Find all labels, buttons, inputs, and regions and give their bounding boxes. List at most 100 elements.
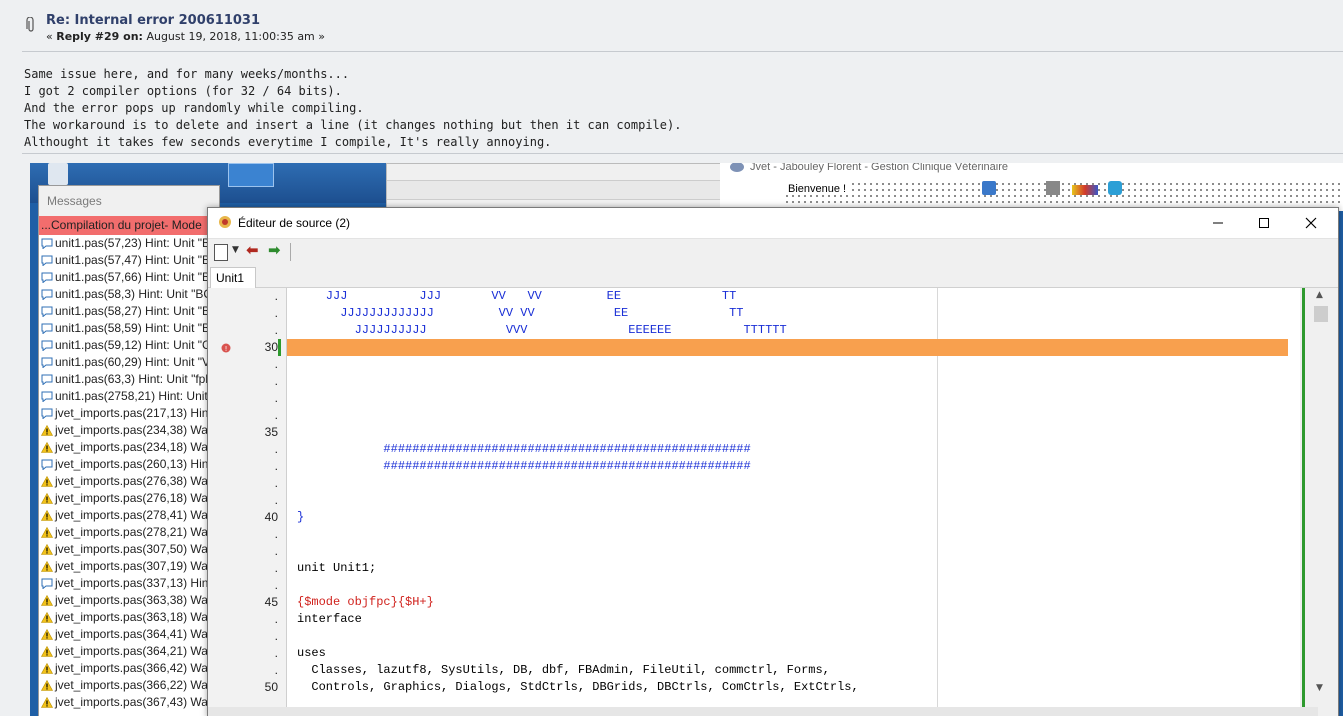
message-text: jvet_imports.pas(307,19) War — [55, 559, 212, 573]
error-marker-icon: ! — [221, 343, 231, 353]
post-body-line: The workaround is to delete and insert a… — [24, 118, 682, 132]
message-text: unit1.pas(57,23) Hint: Unit "B — [55, 236, 211, 250]
toolbar-icon[interactable] — [1046, 181, 1060, 195]
line-number: . — [274, 289, 278, 303]
message-row[interactable]: unit1.pas(60,29) Hint: Unit "V — [39, 354, 219, 371]
line-number: . — [274, 578, 278, 592]
modified-line-marker — [278, 339, 281, 356]
line-number: . — [274, 493, 278, 507]
message-row[interactable]: jvet_imports.pas(276,38) War — [39, 473, 219, 490]
message-row[interactable]: jvet_imports.pas(234,38) War — [39, 422, 219, 439]
close-icon — [1305, 217, 1317, 229]
message-row[interactable]: jvet_imports.pas(276,18) War — [39, 490, 219, 507]
scroll-down-icon[interactable]: ▼ — [1316, 683, 1323, 693]
horizontal-scrollbar[interactable] — [208, 707, 1318, 716]
message-row[interactable]: jvet_imports.pas(260,13) Hint — [39, 456, 219, 473]
close-button[interactable] — [1291, 212, 1331, 234]
embedded-screenshot: Jvet - Jabouley Florent - Gestion Cliniq… — [30, 163, 1343, 716]
message-row[interactable]: unit1.pas(58,3) Hint: Unit "BC — [39, 286, 219, 303]
line-number: . — [274, 663, 278, 677]
compile-status[interactable]: ...Compilation du projet- Mode — [39, 216, 219, 235]
message-row[interactable]: jvet_imports.pas(364,41) War — [39, 626, 219, 643]
post-date: August 19, 2018, 11:00:35 am » — [142, 30, 326, 43]
hint-icon — [41, 255, 53, 266]
message-text: jvet_imports.pas(260,13) Hint — [55, 457, 212, 471]
attachment-clip-icon — [26, 17, 34, 32]
reply-number[interactable]: Reply #29 on: — [56, 30, 143, 43]
toolbar-icon[interactable] — [1072, 185, 1098, 195]
forward-arrow-icon[interactable]: ➡ — [268, 241, 281, 259]
message-row[interactable]: unit1.pas(63,3) Hint: Unit "fpl — [39, 371, 219, 388]
meta-prefix: « — [46, 30, 57, 43]
message-text: unit1.pas(58,27) Hint: Unit "B — [55, 304, 211, 318]
line-number: . — [274, 391, 278, 405]
message-text: jvet_imports.pas(363,38) War — [55, 593, 212, 607]
line-number: . — [274, 527, 278, 541]
message-row[interactable]: unit1.pas(2758,21) Hint: Unit — [39, 388, 219, 405]
warning-icon — [41, 612, 53, 623]
message-row[interactable]: jvet_imports.pas(307,19) War — [39, 558, 219, 575]
post-body-line: Althought it takes few seconds everytime… — [24, 135, 552, 149]
message-text: jvet_imports.pas(366,22) War — [55, 678, 212, 692]
tab-unit1[interactable]: Unit1 — [210, 267, 256, 288]
code-area[interactable]: JJJ JJJ VV VV EE TT JJJJJJJJJJJJJ VV VV … — [287, 288, 1298, 710]
chat-icon[interactable] — [1108, 181, 1122, 195]
message-row[interactable]: jvet_imports.pas(366,42) War — [39, 660, 219, 677]
document-menu-icon[interactable] — [214, 244, 228, 261]
message-row[interactable]: unit1.pas(57,23) Hint: Unit "B — [39, 235, 219, 252]
line-number: . — [274, 544, 278, 558]
minimize-icon — [1213, 222, 1223, 224]
code-line: JJJJJJJJJJJJJ VV VV EE TT — [297, 306, 744, 320]
maximize-button[interactable] — [1244, 212, 1284, 234]
message-text: unit1.pas(59,12) Hint: Unit "C — [55, 338, 211, 352]
message-text: jvet_imports.pas(363,18) War — [55, 610, 212, 624]
message-text: jvet_imports.pas(364,41) War — [55, 627, 212, 641]
message-text: unit1.pas(57,47) Hint: Unit "B — [55, 253, 211, 267]
hint-icon — [41, 289, 53, 300]
post-body-line: And the error pops up randomly while com… — [24, 101, 364, 115]
message-row[interactable]: unit1.pas(57,47) Hint: Unit "B — [39, 252, 219, 269]
message-text: jvet_imports.pas(276,18) War — [55, 491, 212, 505]
vertical-scrollbar[interactable]: ▲ ▼ — [1300, 288, 1338, 716]
message-text: jvet_imports.pas(307,50) War — [55, 542, 212, 556]
warning-icon — [41, 595, 53, 606]
toolbar-separator — [290, 243, 291, 261]
messages-title: Messages — [39, 186, 219, 216]
scroll-thumb[interactable] — [1314, 306, 1328, 322]
message-row[interactable]: jvet_imports.pas(307,50) War — [39, 541, 219, 558]
desktop-icon — [228, 163, 274, 187]
message-row[interactable]: jvet_imports.pas(364,21) War — [39, 643, 219, 660]
code-line: } — [297, 510, 305, 524]
message-row[interactable]: jvet_imports.pas(217,13) Hint — [39, 405, 219, 422]
message-row[interactable]: unit1.pas(58,27) Hint: Unit "B — [39, 303, 219, 320]
message-row[interactable]: jvet_imports.pas(363,18) War — [39, 609, 219, 626]
hint-icon — [41, 306, 53, 317]
overview-ruler — [1302, 288, 1312, 716]
message-text: jvet_imports.pas(364,21) War — [55, 644, 212, 658]
warning-icon — [41, 646, 53, 657]
message-row[interactable]: unit1.pas(57,66) Hint: Unit "B — [39, 269, 219, 286]
message-row[interactable]: jvet_imports.pas(367,43) War — [39, 694, 219, 711]
post-title[interactable]: Re: Internal error 200611031 — [46, 13, 260, 28]
info-icon[interactable] — [982, 181, 996, 195]
message-row[interactable]: unit1.pas(59,12) Hint: Unit "C — [39, 337, 219, 354]
scroll-up-icon[interactable]: ▲ — [1316, 290, 1323, 300]
error-line-highlight — [287, 339, 1288, 356]
message-text: jvet_imports.pas(234,38) War — [55, 423, 212, 437]
warning-icon — [41, 425, 53, 436]
line-number: . — [274, 306, 278, 320]
hint-icon — [41, 272, 53, 283]
message-row[interactable]: jvet_imports.pas(366,22) War — [39, 677, 219, 694]
minimize-button[interactable] — [1198, 212, 1238, 234]
message-row[interactable]: jvet_imports.pas(234,18) War — [39, 439, 219, 456]
code-line: {$mode objfpc}{$H+} — [297, 595, 434, 609]
message-row[interactable]: jvet_imports.pas(278,41) War — [39, 507, 219, 524]
message-row[interactable]: jvet_imports.pas(278,21) War — [39, 524, 219, 541]
back-arrow-icon[interactable]: ⬅ — [246, 241, 259, 259]
chevron-down-icon[interactable]: ▼ — [232, 245, 239, 255]
message-row[interactable]: unit1.pas(58,59) Hint: Unit "B — [39, 320, 219, 337]
desktop-icon — [48, 163, 68, 185]
message-row[interactable]: jvet_imports.pas(363,38) War — [39, 592, 219, 609]
editor-title: Éditeur de source (2) — [238, 216, 351, 230]
message-row[interactable]: jvet_imports.pas(337,13) Hint — [39, 575, 219, 592]
